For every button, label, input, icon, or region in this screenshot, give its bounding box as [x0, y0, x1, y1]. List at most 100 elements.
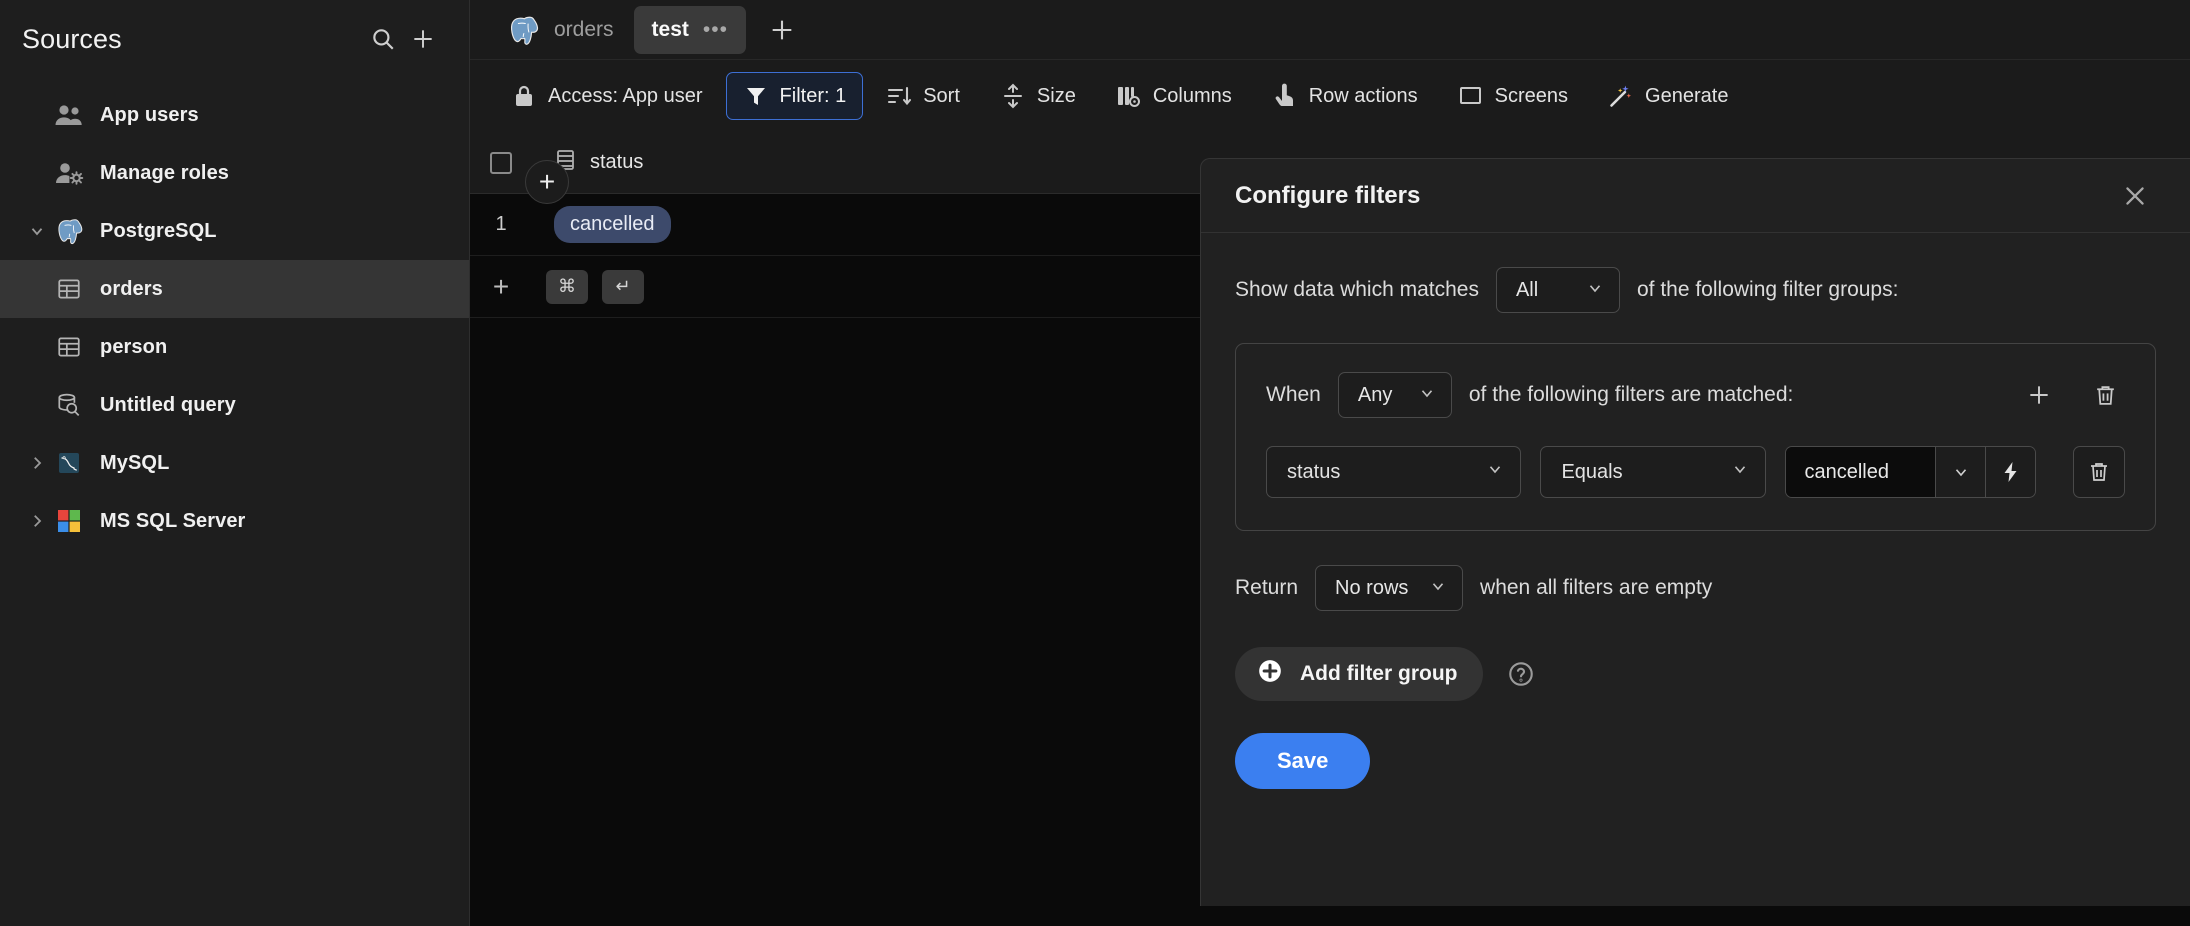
toolbar-label: Sort: [923, 84, 960, 107]
size-button[interactable]: Size: [983, 72, 1093, 120]
when-label: When: [1266, 383, 1321, 406]
toolbar-label: Screens: [1494, 84, 1569, 107]
return-mode-value: No rows: [1335, 576, 1409, 599]
help-circle-icon[interactable]: [1507, 660, 1535, 688]
chevron-down-icon: [1731, 460, 1749, 484]
chevron-down-icon: [1429, 577, 1447, 599]
access-button[interactable]: Access: App user: [494, 72, 720, 120]
filter-group-header: When Any of the following filters are ma…: [1266, 372, 2125, 418]
close-icon[interactable]: [2114, 175, 2156, 217]
columns-button[interactable]: Columns: [1099, 72, 1249, 120]
return-mode-select[interactable]: No rows: [1315, 565, 1464, 611]
sidebar-list: App users Manage roles PostgreSQL orders…: [0, 78, 469, 550]
sidebar-item-ms-sql-server[interactable]: MS SQL Server: [0, 492, 469, 550]
sidebar-item-manage-roles[interactable]: Manage roles: [0, 144, 469, 202]
select-all-checkbox[interactable]: [470, 151, 532, 174]
table-icon: [52, 332, 86, 362]
match-suffix-label: of the following filter groups:: [1636, 278, 1899, 301]
chevron-down-icon[interactable]: [1935, 447, 1986, 497]
chevron-down-icon[interactable]: [22, 222, 52, 240]
sidebar-item-postgresql[interactable]: PostgreSQL: [0, 202, 469, 260]
cell-status-value[interactable]: cancelled: [554, 206, 671, 243]
tab-bar: orders test •••: [470, 0, 2190, 60]
sidebar-item-person[interactable]: person: [0, 318, 469, 376]
when-mode-select[interactable]: Any: [1337, 372, 1452, 418]
tab-menu-icon[interactable]: •••: [703, 19, 728, 40]
add-filter-group-row: Add filter group: [1235, 647, 2156, 701]
panel-title: Configure filters: [1235, 181, 1421, 209]
sort-button[interactable]: Sort: [869, 72, 977, 120]
sidebar-item-label: MS SQL Server: [100, 509, 246, 532]
sort-icon: [886, 84, 912, 108]
search-icon[interactable]: [363, 19, 403, 59]
delete-filter-group-icon[interactable]: [2085, 375, 2125, 415]
filter-value-group: [1785, 446, 2037, 498]
toolbar-label: Access: App user: [548, 84, 703, 107]
screens-button[interactable]: Screens: [1441, 72, 1585, 120]
filter-value-input[interactable]: [1786, 447, 1936, 497]
when-row: When Any of the following filters are ma…: [1266, 372, 1793, 418]
app-users-icon: [52, 100, 86, 130]
sidebar-item-label: PostgreSQL: [100, 219, 217, 242]
generate-button[interactable]: Generate: [1591, 72, 1745, 120]
sidebar-item-orders[interactable]: orders: [0, 260, 469, 318]
kbd-cmd-icon: ⌘: [546, 269, 588, 304]
configure-filters-panel: Configure filters Show data which matche…: [1200, 158, 2190, 906]
add-column-button[interactable]: +: [525, 160, 569, 204]
add-source-icon[interactable]: [403, 19, 443, 59]
match-mode-value: All: [1515, 278, 1539, 301]
sidebar: Sources App users Manage roles PostgreSQ…: [0, 0, 470, 926]
sidebar-item-label: App users: [100, 103, 199, 126]
column-header-label: status: [590, 151, 644, 173]
plus-circle-icon: [1257, 658, 1283, 690]
source-name-label[interactable]: orders: [554, 18, 614, 42]
chevron-right-icon[interactable]: [22, 512, 52, 530]
sidebar-item-label: MySQL: [100, 451, 170, 474]
mssql-icon: [52, 506, 86, 536]
plus-icon[interactable]: +: [470, 271, 532, 303]
tab-label: test: [651, 17, 689, 41]
manage-roles-icon: [52, 158, 86, 188]
chevron-down-icon: [1418, 384, 1436, 406]
save-button[interactable]: Save: [1235, 733, 1371, 789]
match-mode-row: Show data which matches All of the follo…: [1235, 267, 2156, 313]
sidebar-item-label: Untitled query: [100, 393, 236, 416]
filter-condition-row: status Equals: [1266, 446, 2126, 498]
filter-button[interactable]: Filter: 1: [725, 72, 864, 120]
lock-icon: [511, 84, 537, 108]
row-number: 1: [495, 213, 507, 235]
filter-group: When Any of the following filters are ma…: [1235, 343, 2156, 531]
row-actions-icon: [1272, 83, 1298, 109]
columns-icon: [1116, 84, 1142, 108]
main-area: orders test ••• Access: App user Filter:…: [470, 0, 2190, 926]
query-icon: [52, 390, 86, 420]
postgresql-icon: [506, 13, 540, 47]
chevron-right-icon[interactable]: [22, 454, 52, 472]
sidebar-item-label: orders: [100, 277, 163, 300]
return-label: Return: [1235, 576, 1299, 599]
add-filter-icon[interactable]: [2019, 375, 2059, 415]
filter-icon: [743, 84, 769, 108]
sidebar-item-app-users[interactable]: App users: [0, 86, 469, 144]
tab-test[interactable]: test •••: [633, 5, 746, 54]
panel-body: Show data which matches All of the follo…: [1201, 233, 2190, 789]
filter-column-select[interactable]: status: [1266, 446, 1522, 498]
delete-filter-icon[interactable]: [2073, 446, 2126, 498]
size-icon: [1000, 83, 1026, 109]
lightning-icon[interactable]: [1985, 447, 2036, 497]
mysql-icon: [52, 448, 86, 478]
panel-header: Configure filters: [1201, 159, 2190, 233]
screens-icon: [1458, 84, 1484, 108]
row-actions-button[interactable]: Row actions: [1255, 72, 1435, 120]
sidebar-item-mysql[interactable]: MySQL: [0, 434, 469, 492]
sidebar-item-untitled-query[interactable]: Untitled query: [0, 376, 469, 434]
filter-operator-select[interactable]: Equals: [1540, 446, 1767, 498]
toolbar-label: Filter: 1: [779, 84, 847, 107]
app-root: Sources App users Manage roles PostgreSQ…: [0, 0, 2190, 926]
when-suffix-label: of the following filters are matched:: [1468, 383, 1794, 406]
match-prefix-label: Show data which matches: [1235, 278, 1479, 301]
add-filter-group-button[interactable]: Add filter group: [1235, 647, 1484, 701]
chevron-down-icon: [1486, 460, 1504, 484]
match-mode-select[interactable]: All: [1495, 267, 1620, 313]
add-tab-icon[interactable]: [760, 8, 804, 52]
